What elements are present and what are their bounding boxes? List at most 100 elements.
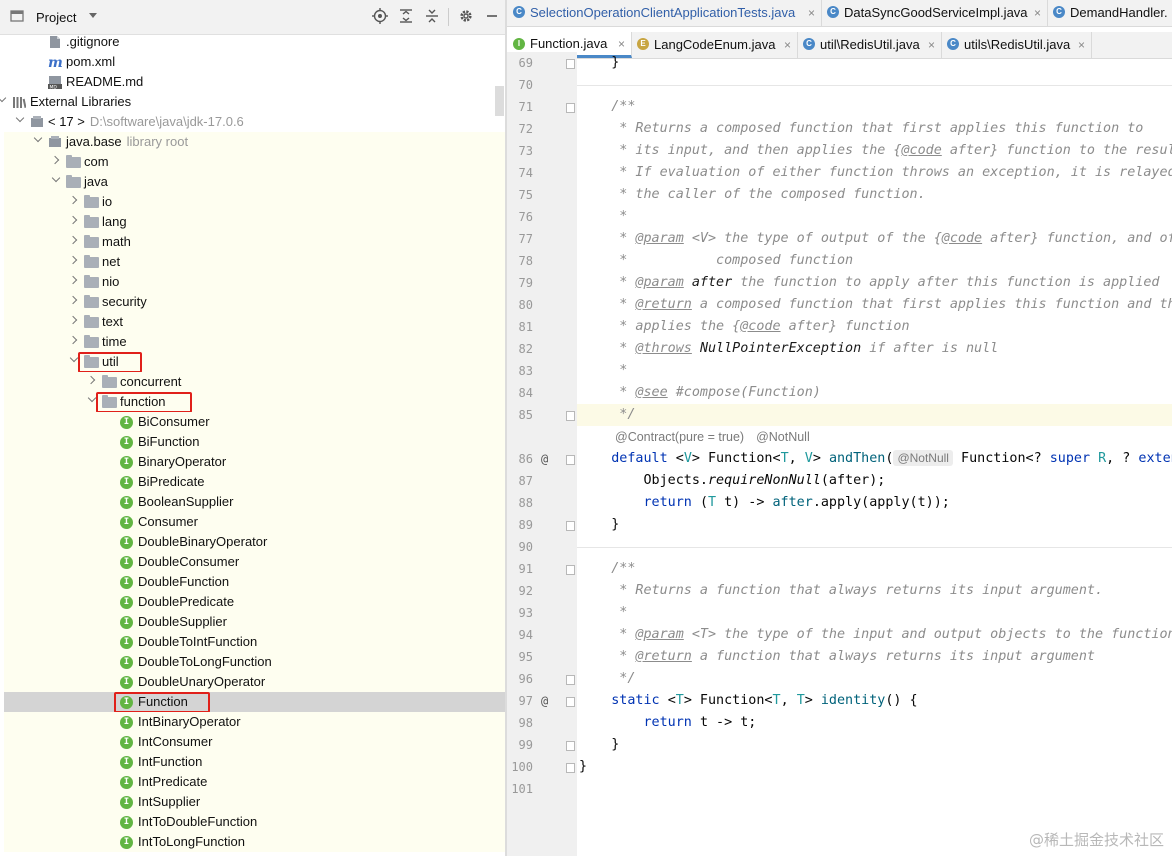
tree-row[interactable]: com [4, 152, 505, 172]
chevron-down-icon[interactable] [34, 136, 42, 144]
interface-icon: I [120, 616, 133, 629]
chevron-down-icon[interactable] [16, 116, 24, 124]
tree-row[interactable]: nio [4, 272, 505, 292]
tree-row[interactable]: I DoubleToIntFunction [4, 632, 505, 652]
code-line: Objects.requireNonNull(after); [579, 470, 885, 492]
tree-row[interactable]: I IntFunction [4, 752, 505, 772]
tree-row[interactable]: I IntConsumer [4, 732, 505, 752]
tree-row[interactable]: lang [4, 212, 505, 232]
tree-row[interactable]: I Function [4, 692, 505, 713]
code-token: the function to apply after this functio… [732, 275, 1160, 290]
close-icon[interactable]: × [808, 0, 815, 26]
tree-scrollbar[interactable] [495, 86, 504, 116]
project-title[interactable]: Project [36, 10, 76, 25]
chevron-right-icon[interactable] [70, 216, 78, 224]
tree-row[interactable]: I BooleanSupplier [4, 492, 505, 512]
tree-row[interactable]: I IntToDoubleFunction [4, 812, 505, 832]
tree-row[interactable]: I IntBinaryOperator [4, 712, 505, 732]
tree-row[interactable]: java [4, 172, 505, 192]
chevron-right-icon[interactable] [70, 256, 78, 264]
tree-item-text: DoubleSupplier [138, 614, 227, 629]
tree-row[interactable]: I BiPredicate [4, 472, 505, 492]
line-number: 99 [518, 738, 533, 752]
fold-marker-icon[interactable] [566, 521, 575, 531]
tree-row[interactable]: I BinaryOperator [4, 452, 505, 472]
tree-row[interactable]: util [4, 352, 505, 373]
chevron-right-icon[interactable] [52, 156, 60, 164]
tree-row[interactable]: java.base library root [4, 132, 505, 152]
chevron-down-icon[interactable] [52, 176, 60, 184]
tree-row[interactable]: I Consumer [4, 512, 505, 532]
code-token: } [579, 737, 620, 752]
fold-marker-icon[interactable] [566, 59, 575, 69]
tree-item-text: DoubleToIntFunction [138, 634, 258, 649]
fold-marker-icon[interactable] [566, 697, 575, 707]
editor-tab[interactable]: C DemandHandler. [1047, 0, 1172, 26]
close-icon[interactable]: × [1034, 0, 1041, 26]
editor-tab[interactable]: C SelectionOperationClientApplicationTest… [507, 0, 822, 26]
tree-row[interactable]: I IntSupplier [4, 792, 505, 812]
interface-icon: I [120, 776, 133, 789]
tree-row[interactable]: I DoubleConsumer [4, 552, 505, 572]
chevron-right-icon[interactable] [88, 376, 96, 384]
fold-marker-icon[interactable] [566, 565, 575, 575]
tree-row[interactable]: I DoubleUnaryOperator [4, 672, 505, 692]
tree-row[interactable]: io [4, 192, 505, 212]
minimize-icon[interactable] [484, 8, 500, 24]
tree-row[interactable]: External Libraries [4, 92, 505, 112]
chevron-down-icon[interactable] [0, 96, 6, 104]
tree-item-label: IntFunction [138, 754, 202, 769]
fold-marker-icon[interactable] [566, 675, 575, 685]
tree-row[interactable]: concurrent [4, 372, 505, 392]
tree-row[interactable]: I BiFunction [4, 432, 505, 452]
chevron-down-icon[interactable] [88, 396, 96, 404]
tree-row[interactable]: I DoubleFunction [4, 572, 505, 592]
chevron-right-icon[interactable] [70, 296, 78, 304]
folder-icon [66, 155, 81, 168]
chevron-right-icon[interactable] [70, 236, 78, 244]
fold-marker-icon[interactable] [566, 455, 575, 465]
tree-row[interactable]: security [4, 292, 505, 312]
collapse-all-icon[interactable] [424, 8, 440, 24]
tree-row[interactable]: MD README.md [4, 72, 505, 92]
expand-all-icon[interactable] [398, 8, 414, 24]
chevron-right-icon[interactable] [70, 276, 78, 284]
tree-item-text: security [102, 294, 147, 309]
tree-row[interactable]: I DoubleBinaryOperator [4, 532, 505, 552]
override-marker-icon[interactable]: @ [541, 694, 548, 708]
tree-row[interactable]: math [4, 232, 505, 252]
editor-tab[interactable]: C DataSyncGoodServiceImpl.java × [821, 0, 1048, 26]
override-marker-icon[interactable]: @ [541, 452, 548, 466]
tree-row[interactable]: I BiConsumer [4, 412, 505, 432]
code-area[interactable]: } /** * Returns a composed function that… [577, 52, 1172, 856]
fold-marker-icon[interactable] [566, 411, 575, 421]
maven-file-icon: m [48, 55, 63, 71]
chevron-right-icon[interactable] [70, 316, 78, 324]
chevron-right-icon[interactable] [70, 196, 78, 204]
fold-marker-icon[interactable] [566, 763, 575, 773]
chevron-down-icon[interactable] [89, 13, 97, 18]
tree-row[interactable]: I IntPredicate [4, 772, 505, 792]
tree-row[interactable]: .gitignore [4, 32, 505, 52]
tree-row[interactable]: time [4, 332, 505, 352]
tree-item-label: Consumer [138, 514, 198, 529]
locate-icon[interactable] [372, 8, 388, 24]
tree-row[interactable]: text [4, 312, 505, 332]
code-token: , ? [1106, 451, 1139, 466]
tree-row[interactable]: I IntToLongFunction [4, 832, 505, 852]
tree-row[interactable]: function [4, 392, 505, 413]
chevron-right-icon[interactable] [70, 336, 78, 344]
tree-row[interactable]: net [4, 252, 505, 272]
code-token: @throws [635, 341, 692, 356]
code-line: /** [579, 96, 635, 118]
tree-row[interactable]: < 17 > D:\software\java\jdk-17.0.6 [4, 112, 505, 132]
tree-row[interactable]: m pom.xml [4, 52, 505, 72]
tree-row[interactable]: I DoubleSupplier [4, 612, 505, 632]
tree-row[interactable]: I DoubleToLongFunction [4, 652, 505, 672]
tree-row[interactable]: I DoublePredicate [4, 592, 505, 612]
chevron-down-icon[interactable] [70, 356, 78, 364]
fold-marker-icon[interactable] [566, 741, 575, 751]
fold-marker-icon[interactable] [566, 103, 575, 113]
gear-icon[interactable] [458, 8, 474, 24]
